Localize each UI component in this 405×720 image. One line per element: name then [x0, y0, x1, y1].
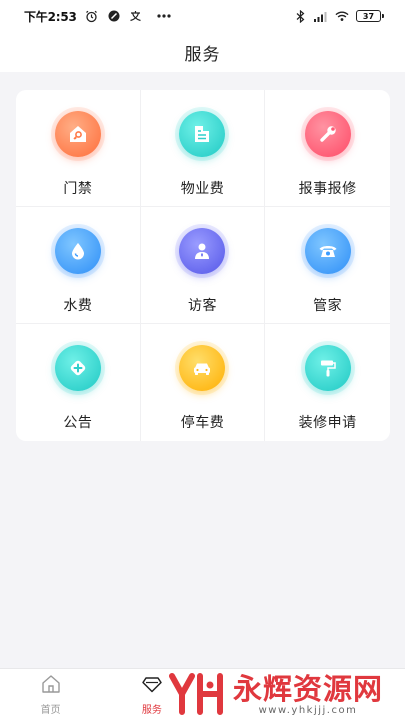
bluetooth-icon [293, 9, 307, 23]
telephone-icon [304, 228, 351, 274]
watermark-url: www.yhkjjj.com [258, 704, 358, 716]
service-label: 管家 [313, 298, 343, 314]
announcement-icon [54, 345, 101, 391]
title-bar: 服务 [0, 32, 405, 72]
input-method-icon [129, 9, 143, 23]
service-parking-fee[interactable]: 停车费 [141, 324, 266, 441]
do-not-disturb-icon [107, 9, 121, 23]
service-label: 门禁 [63, 181, 93, 197]
battery-indicator: 37 [356, 10, 384, 22]
service-label: 公告 [63, 415, 93, 431]
service-renovation-application[interactable]: 装修申请 [265, 324, 390, 441]
status-time: 下午2:53 [24, 9, 77, 24]
service-access-control[interactable]: 门禁 [16, 90, 141, 207]
bill-icon [179, 111, 226, 157]
tab-label: 首页 [40, 705, 61, 716]
tab-label: 服务 [141, 705, 162, 716]
services-grid: 门禁 物业费 报事报修 水费 访客 管家 公告 停车费 装修申请 [16, 90, 390, 441]
service-property-fee[interactable]: 物业费 [140, 90, 266, 207]
wifi-icon [335, 9, 349, 23]
page-title: 服务 [184, 44, 221, 65]
watermark-logo-icon [168, 672, 227, 716]
service-repair-report[interactable]: 报事报修 [265, 90, 390, 207]
service-label: 停车费 [180, 415, 225, 431]
paint-roller-icon [304, 345, 351, 391]
car-icon [179, 345, 226, 391]
service-label: 访客 [187, 298, 217, 314]
water-drop-icon [54, 228, 101, 274]
alarm-icon [85, 9, 99, 23]
service-visitor[interactable]: 访客 [140, 207, 266, 324]
home-icon [40, 673, 62, 699]
key-house-icon [54, 111, 101, 157]
watermark: 永辉资源网 www.yhkjjj.com [168, 671, 383, 716]
diamond-icon [141, 673, 163, 699]
service-label: 物业费 [180, 181, 225, 197]
tab-home[interactable]: 首页 [1, 673, 101, 716]
service-announcement[interactable]: 公告 [16, 324, 141, 441]
service-label: 水费 [63, 298, 93, 314]
service-water-fee[interactable]: 水费 [16, 207, 141, 324]
more-icon [157, 9, 171, 23]
wrench-icon [304, 111, 351, 157]
service-butler[interactable]: 管家 [265, 207, 390, 324]
visitor-icon [179, 228, 226, 274]
service-label: 报事报修 [298, 181, 357, 197]
watermark-title: 永辉资源网 [232, 671, 383, 706]
service-label: 装修申请 [298, 415, 357, 431]
status-bar: 下午2:53 37 [0, 0, 405, 32]
signal-icon [314, 9, 328, 23]
